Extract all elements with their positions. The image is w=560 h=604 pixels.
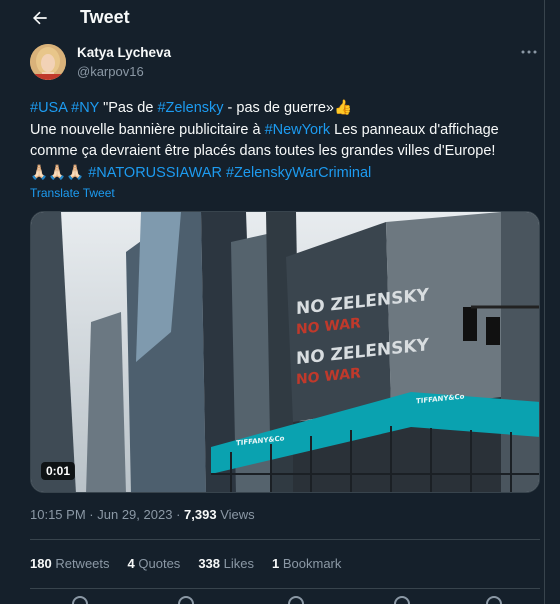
- avatar-image: [30, 44, 66, 80]
- avatar[interactable]: [30, 44, 66, 80]
- translate-tweet-link[interactable]: Translate Tweet: [30, 186, 115, 200]
- divider: [30, 588, 540, 589]
- bookmarks-label: Bookmark: [282, 556, 342, 571]
- tweet-text-segment: - pas de guerre»: [223, 100, 334, 116]
- author-handle[interactable]: @karpov16: [77, 64, 144, 79]
- back-arrow-icon[interactable]: [30, 8, 50, 28]
- quotes-count: 4: [127, 556, 135, 571]
- more-options-icon[interactable]: [521, 46, 537, 58]
- author-name[interactable]: Katya Lycheva: [77, 45, 171, 60]
- bookmarks-stat[interactable]: 1 Bookmark: [272, 556, 341, 571]
- likes-label: Likes: [223, 556, 254, 571]
- video-player[interactable]: NO ZELENSKY NO WAR NO ZELENSKY NO WAR TI…: [30, 211, 540, 493]
- tweet-time[interactable]: 10:15 PM: [30, 507, 86, 522]
- thumbs-up-emoji: 👍: [333, 100, 353, 116]
- tweet-date[interactable]: Jun 29, 2023: [97, 507, 172, 522]
- share-icon[interactable]: [486, 596, 502, 604]
- engagement-stats: 180 Retweets 4 Quotes 338 Likes 1 Bookma…: [30, 556, 341, 571]
- retweet-icon[interactable]: [178, 596, 194, 604]
- bookmarks-count: 1: [272, 556, 280, 571]
- page-title: Tweet: [80, 7, 130, 27]
- quotes-label: Quotes: [138, 556, 181, 571]
- quotes-stat[interactable]: 4 Quotes: [128, 556, 181, 571]
- video-duration-badge: 0:01: [41, 462, 76, 480]
- meta-separator: ·: [89, 507, 94, 522]
- action-bar: [30, 596, 540, 604]
- hashtag-link[interactable]: #NATORUSSIAWAR: [88, 165, 222, 181]
- scrollbar[interactable]: [545, 0, 560, 604]
- reply-icon[interactable]: [72, 596, 88, 604]
- tweet-text-segment: "Pas de: [99, 100, 158, 116]
- hashtag-link[interactable]: #ZelenskyWarCriminal: [226, 165, 371, 181]
- likes-count: 338: [198, 556, 221, 571]
- divider: [30, 539, 540, 540]
- bookmark-icon[interactable]: [394, 596, 410, 604]
- hashtag-link[interactable]: #NewYork: [265, 122, 331, 138]
- tweet-meta: 10:15 PM · Jun 29, 2023 · 7,393 Views: [30, 507, 255, 522]
- tweet-column: Tweet Katya Lycheva @karpov16 #USA #NY "…: [0, 0, 545, 604]
- traffic-light: [463, 307, 477, 341]
- hashtag-link[interactable]: #NY: [71, 100, 99, 116]
- retweets-stat[interactable]: 180 Retweets: [30, 556, 110, 571]
- tweet-text-segment: Une nouvelle bannière publicitaire à: [30, 121, 265, 138]
- retweets-label: Retweets: [55, 556, 110, 571]
- header: Tweet: [0, 0, 545, 37]
- hashtag-link[interactable]: #USA: [30, 100, 67, 116]
- hashtag-link[interactable]: #Zelensky: [157, 100, 223, 116]
- views-label: Views: [220, 507, 255, 522]
- tweet-text: #USA #NY "Pas de #Zelensky - pas de guer…: [30, 98, 542, 184]
- retweets-count: 180: [30, 556, 52, 571]
- views-count: 7,393: [184, 507, 217, 522]
- like-icon[interactable]: [288, 596, 304, 604]
- praying-hands-emoji: 🙏🏻🙏🏻🙏🏻: [30, 164, 85, 181]
- video-frame: NO ZELENSKY NO WAR NO ZELENSKY NO WAR TI…: [31, 212, 539, 492]
- likes-stat[interactable]: 338 Likes: [198, 556, 254, 571]
- meta-separator: ·: [176, 507, 181, 522]
